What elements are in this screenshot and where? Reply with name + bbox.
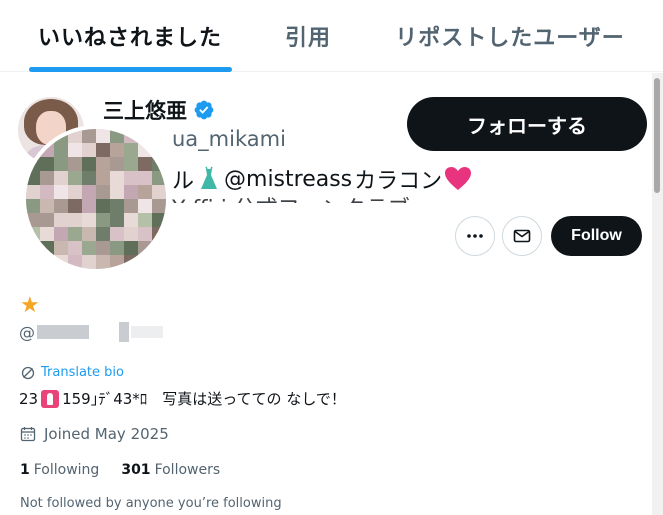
message-icon [513, 229, 531, 243]
dress-icon [201, 166, 218, 189]
bio-text: 159｣ﾃﾞ43*ﾛ 写真は送ってての なしで！ [62, 390, 346, 408]
followers-label: Followers [154, 462, 221, 478]
translate-bio-link[interactable]: Translate bio [21, 365, 124, 380]
profile-handle: @ [19, 322, 163, 342]
bio-mention[interactable]: @mistreass [224, 167, 352, 192]
star-emoji: ★ [20, 293, 40, 318]
following-link[interactable]: 1 Following [20, 462, 99, 478]
user-row-handle[interactable]: ua_mikami [172, 127, 286, 151]
message-button[interactable] [502, 216, 542, 256]
user-row-bio-line2: Y ffi i 公式ファンクラブ [172, 191, 410, 203]
pink-heart-icon [445, 167, 472, 190]
verified-badge-icon [194, 100, 214, 120]
handle-redacted-3 [131, 326, 163, 338]
active-tab-indicator [29, 67, 232, 72]
tab-quotes[interactable]: 引用 [262, 0, 354, 72]
tab-bar: いいねされました 引用 リポストしたユーザー [0, 0, 663, 72]
woman-icon [41, 389, 60, 408]
profile-avatar[interactable] [22, 125, 170, 273]
followers-count: 301 [121, 462, 151, 478]
more-icon [467, 234, 483, 238]
handle-at: @ [19, 322, 35, 342]
following-count: 1 [20, 462, 30, 478]
tab-reposts[interactable]: リポストしたユーザー [380, 0, 640, 72]
handle-redacted-2 [119, 322, 129, 342]
follow-stats: 1 Following 301 Followers [20, 462, 220, 478]
translate-bio-label[interactable]: Translate bio [41, 365, 124, 380]
profile-bio: 23 159｣ﾃﾞ43*ﾛ 写真は送ってての なしで！ [19, 388, 346, 409]
more-button[interactable] [455, 216, 495, 256]
followers-link[interactable]: 301 Followers [121, 462, 220, 478]
follow-button[interactable]: Follow [551, 216, 642, 256]
not-followed-note: Not followed by anyone you’re following [20, 496, 282, 511]
handle-redacted [37, 325, 89, 339]
user-row-name-text: 三上悠亜 [103, 99, 187, 123]
joined-date: Joined May 2025 [20, 425, 169, 443]
translate-icon [21, 366, 35, 379]
following-label: Following [33, 462, 100, 478]
calendar-icon [20, 427, 36, 442]
bio-age: 23 [19, 389, 39, 408]
tab-liked[interactable]: いいねされました [20, 0, 240, 72]
scrollbar-thumb[interactable] [654, 78, 660, 193]
joined-text: Joined May 2025 [44, 425, 169, 443]
follow-button-jp[interactable]: フォローする [407, 97, 647, 151]
user-row-name[interactable]: 三上悠亜 [103, 95, 215, 125]
